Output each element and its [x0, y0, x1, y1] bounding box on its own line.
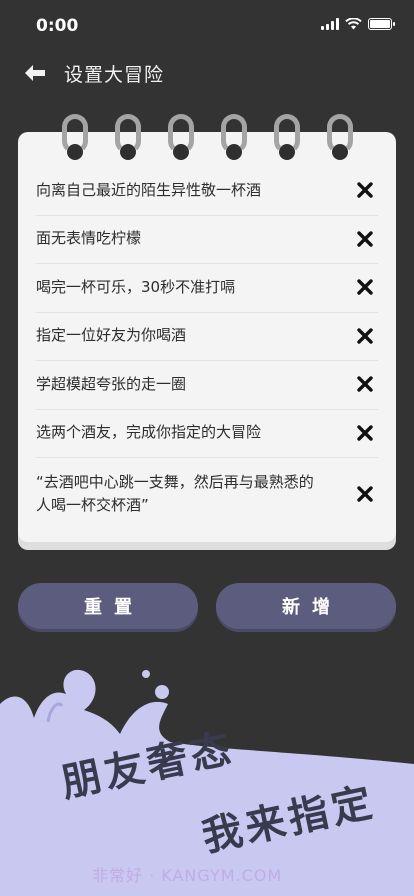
delete-x-icon[interactable]: [354, 276, 376, 298]
delete-x-icon[interactable]: [354, 422, 376, 444]
page-title: 设置大冒险: [64, 63, 165, 86]
list-item: 指定一位好友为你喝酒: [18, 311, 396, 361]
list-item: “去酒吧中心跳一支舞，然后再与最熟悉的人喝一杯交杯酒”: [18, 457, 396, 530]
status-time: 0:00: [36, 16, 79, 36]
delete-x-icon[interactable]: [354, 228, 376, 250]
dare-text: “去酒吧中心跳一支舞，然后再与最熟悉的人喝一杯交杯酒”: [36, 472, 314, 514]
delete-x-icon[interactable]: [354, 483, 376, 505]
add-button[interactable]: 新增: [216, 583, 396, 629]
dare-text: 学超模超夸张的走一圈: [36, 374, 187, 393]
dare-text: 面无表情吃柠檬: [36, 229, 142, 248]
delete-x-icon[interactable]: [354, 179, 376, 201]
dare-text: 指定一位好友为你喝酒: [36, 326, 187, 345]
delete-x-icon[interactable]: [354, 373, 376, 395]
list-item: 选两个酒友，完成你指定的大冒险: [18, 408, 396, 458]
list-item: 学超模超夸张的走一圈: [18, 360, 396, 409]
wifi-icon: [345, 18, 362, 30]
dare-text: 喝完一杯可乐，30秒不准打嗝: [36, 277, 236, 296]
battery-icon: [368, 18, 395, 30]
reset-button[interactable]: 重置: [18, 583, 198, 629]
back-arrow-icon[interactable]: [22, 60, 48, 86]
dare-text: 选两个酒友，完成你指定的大冒险: [36, 423, 262, 442]
binder-holes: [0, 144, 414, 164]
list-item: 向离自己最近的陌生异性敬一杯酒: [18, 166, 396, 215]
list-item: 喝完一杯可乐，30秒不准打嗝: [18, 263, 396, 312]
watermark: 非常好 · KANGYM.COM: [92, 866, 283, 885]
list-item: 面无表情吃柠檬: [18, 214, 396, 264]
status-bar: 0:00: [0, 0, 414, 50]
status-icons: [321, 18, 395, 30]
delete-x-icon[interactable]: [354, 325, 376, 347]
cellular-signal-icon: [321, 18, 339, 30]
header: 设置大冒险: [22, 56, 164, 90]
dare-list: 向离自己最近的陌生异性敬一杯酒 面无表情吃柠檬 喝完一杯可乐，30秒不准打嗝 指…: [18, 166, 396, 530]
dare-text: 向离自己最近的陌生异性敬一杯酒: [36, 180, 262, 199]
